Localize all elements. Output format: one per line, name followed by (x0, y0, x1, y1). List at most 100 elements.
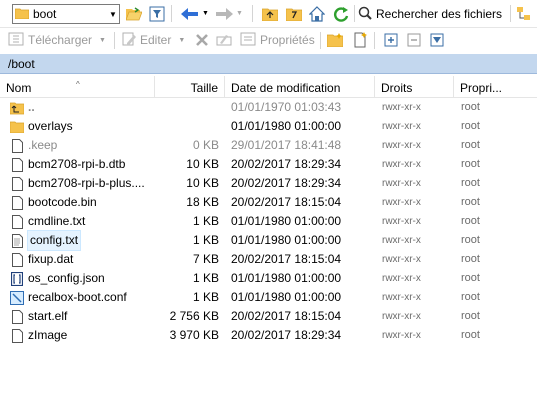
file-row[interactable]: zImage 3 970 KB 20/02/2017 18:29:34 rwxr-xr… (0, 326, 537, 345)
file-icon (10, 195, 24, 211)
sort-ascending-icon: ^ (76, 80, 80, 89)
file-name: bcm2708-rpi-b.dtb (28, 157, 126, 171)
file-row[interactable]: fixup.dat 7 KB 20/02/2017 18:15:04 rwxr-xr-… (0, 250, 537, 269)
file-rights: rwxr-xr-x (382, 330, 421, 341)
file-name: bcm2708-rpi-b-plus.... (28, 176, 145, 190)
search-files-label: Rechercher des fichiers (376, 7, 503, 21)
column-rights[interactable]: Droits (375, 76, 454, 98)
file-name: config.txt (26, 230, 82, 251)
file-row[interactable]: start.elf 2 756 KB 20/02/2017 18:15:04 rwxr… (0, 307, 537, 326)
home-icon[interactable] (307, 4, 327, 24)
root-directory-button[interactable] (284, 4, 304, 24)
file-icon (10, 176, 24, 192)
edit-button[interactable]: Editer ▼ (122, 31, 185, 49)
file-name: start.elf (28, 309, 68, 323)
filter-button[interactable] (147, 4, 167, 24)
file-date: 29/01/2017 18:41:48 (231, 138, 342, 152)
file-row[interactable]: os_config.json 1 KB 01/01/1980 01:00:00 rwx… (0, 269, 537, 288)
file-row[interactable]: config.txt 1 KB 01/01/1980 01:00:00 rwxr-xr… (0, 230, 537, 251)
file-row[interactable]: recalbox-boot.conf 1 KB 01/01/1980 01:00:0… (0, 288, 537, 307)
rename-icon[interactable] (214, 30, 234, 50)
main-toolbar: boot ▼ ▼ ▼ Rechercher des fichiers (0, 0, 537, 26)
column-date[interactable]: Date de modification (225, 76, 375, 98)
file-date: 20/02/2017 18:15:04 (231, 195, 342, 209)
file-row[interactable]: bcm2708-rpi-b-plus.... 10 KB 20/02/2017 18… (0, 174, 537, 193)
edit-chevron-down-icon[interactable]: ▼ (178, 37, 185, 44)
forward-arrow-icon[interactable] (214, 4, 234, 24)
file-date: 20/02/2017 18:29:34 (231, 176, 342, 190)
file-rights: rwxr-xr-x (382, 273, 421, 284)
file-size: 3 970 KB (169, 328, 219, 342)
file-name: fixup.dat (28, 252, 74, 266)
chevron-down-icon[interactable]: ▼ (107, 10, 119, 19)
file-size: 0 KB (192, 138, 219, 152)
back-dropdown-icon[interactable]: ▼ (202, 10, 209, 17)
column-name-label: Nom (6, 81, 32, 95)
file-icon (10, 157, 24, 173)
file-name-cell[interactable]: cmdline.txt (10, 212, 155, 231)
collapse-icon[interactable] (404, 30, 424, 50)
expand-icon[interactable] (381, 30, 401, 50)
file-size: 1 KB (192, 290, 219, 304)
file-name-cell[interactable]: .keep (10, 136, 155, 155)
file-row[interactable]: bootcode.bin 18 KB 20/02/2017 18:15:04 rwxr… (0, 193, 537, 212)
parent-folder-icon (10, 100, 24, 116)
file-rights: rwxr-xr-x (382, 178, 421, 189)
file-icon (10, 138, 24, 154)
file-icon (10, 328, 24, 344)
back-arrow-icon[interactable] (180, 4, 200, 24)
tree-view-icon[interactable] (514, 4, 534, 24)
file-name-cell[interactable]: bcm2708-rpi-b-plus.... (10, 174, 155, 193)
file-date: 20/02/2017 18:29:34 (231, 328, 342, 342)
file-name-cell[interactable]: recalbox-boot.conf (10, 288, 155, 307)
delete-icon[interactable] (192, 30, 212, 50)
file-name-cell[interactable]: .. (10, 98, 155, 117)
file-size: 7 KB (192, 252, 219, 266)
file-icon (10, 252, 24, 268)
file-name-cell[interactable]: os_config.json (10, 269, 155, 288)
file-row[interactable]: .keep 0 KB 29/01/2017 18:41:48 rwxr-xr-x roo… (0, 136, 537, 155)
search-files-button[interactable]: Rechercher des fichiers (358, 4, 502, 24)
file-name-cell[interactable]: overlays (10, 117, 155, 136)
json-file-icon (10, 271, 24, 287)
file-size: 2 756 KB (169, 309, 219, 323)
search-icon (358, 6, 372, 23)
file-name-cell[interactable]: zImage (10, 326, 155, 345)
file-name-cell[interactable]: bootcode.bin (10, 193, 155, 212)
file-date: 01/01/1980 01:00:00 (231, 290, 342, 304)
new-folder-icon[interactable] (325, 30, 345, 50)
download-button[interactable]: Télécharger ▼ (8, 31, 106, 49)
file-owner: root (461, 310, 480, 322)
file-owner: root (461, 158, 480, 170)
column-size-label: Taille (190, 81, 218, 95)
select-filter-icon[interactable] (427, 30, 447, 50)
download-chevron-down-icon[interactable]: ▼ (99, 37, 106, 44)
file-row[interactable]: bcm2708-rpi-b.dtb 10 KB 20/02/2017 18:29:3… (0, 155, 537, 174)
file-row[interactable]: cmdline.txt 1 KB 01/01/1980 01:00:00 rwxr-x… (0, 212, 537, 231)
forward-dropdown-icon[interactable]: ▼ (236, 10, 243, 17)
column-size[interactable]: Taille (155, 76, 225, 98)
file-name-cell[interactable]: fixup.dat (10, 250, 155, 269)
path-dropdown[interactable]: boot ▼ (12, 4, 120, 24)
properties-button[interactable]: Propriétés (240, 31, 315, 49)
path-value: boot (33, 7, 57, 21)
column-owner[interactable]: Propri... (454, 76, 537, 98)
column-name[interactable]: ^ Nom (0, 76, 155, 98)
edit-icon (122, 32, 136, 49)
file-owner: root (461, 291, 480, 303)
parent-directory-button[interactable] (260, 4, 280, 24)
file-name-cell[interactable]: start.elf (10, 307, 155, 326)
file-name-cell[interactable]: bcm2708-rpi-b.dtb (10, 155, 155, 174)
file-name-cell[interactable]: config.txt (10, 230, 155, 251)
file-row[interactable]: overlays 01/01/1980 01:00:00 rwxr-xr-x root (0, 117, 537, 136)
file-date: 01/01/1980 01:00:00 (231, 271, 342, 285)
current-path: /boot (8, 56, 35, 71)
file-rights: rwxr-xr-x (382, 102, 421, 113)
file-size (155, 98, 219, 117)
refresh-icon[interactable] (331, 4, 351, 24)
file-rights: rwxr-xr-x (382, 292, 421, 303)
new-file-icon[interactable] (350, 30, 370, 50)
file-owner: root (461, 177, 480, 189)
open-folder-button[interactable] (124, 4, 144, 24)
file-row[interactable]: .. 01/01/1970 01:03:43 rwxr-xr-x root (0, 98, 537, 117)
